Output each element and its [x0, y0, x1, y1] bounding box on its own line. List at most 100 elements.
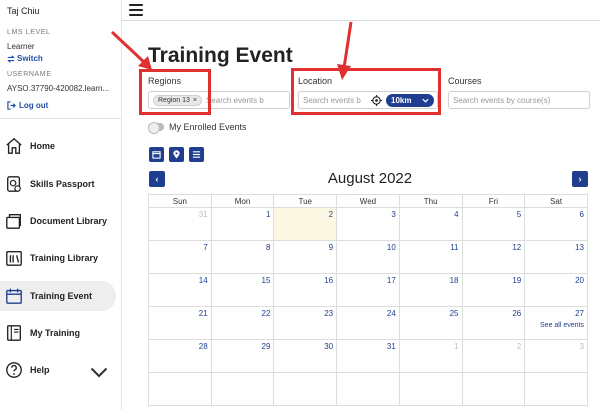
username-value: AYSO.37790-420082.learn...: [7, 84, 110, 93]
list-view-button[interactable]: [189, 147, 204, 162]
app-root: Taj Chiu LMS LEVEL Learner Switch USERNA…: [0, 0, 600, 410]
calendar-day-cell[interactable]: 8: [210, 240, 275, 274]
weekday-header-row: Sun Mon Tue Wed Thu Fri Sat: [148, 194, 588, 208]
calendar-day-cell[interactable]: [524, 372, 588, 406]
calendar-grid: Sun Mon Tue Wed Thu Fri Sat 31 1 2 3 4 5…: [148, 194, 588, 406]
calendar-day-cell[interactable]: 5: [461, 207, 526, 241]
highlight-box-location: [291, 68, 441, 115]
calendar-day-cell[interactable]: 14: [148, 273, 212, 307]
calendar-day-cell[interactable]: 18: [398, 273, 463, 307]
calendar-day-cell[interactable]: 10: [336, 240, 400, 274]
calendar-day-cell[interactable]: 31: [336, 339, 400, 373]
calendar-day-cell[interactable]: 15: [210, 273, 275, 307]
calendar-day-cell[interactable]: 25: [398, 306, 463, 340]
courses-label: Courses: [448, 76, 482, 86]
logout-link[interactable]: Log out: [7, 101, 48, 110]
calendar-week-row: 28 29 30 31 1 2 3: [148, 339, 588, 373]
calendar-day-cell[interactable]: [336, 372, 400, 406]
weekday-header: Sat: [524, 194, 588, 208]
calendar-day-cell[interactable]: 29: [210, 339, 275, 373]
calendar-day-cell[interactable]: [210, 372, 275, 406]
calendar-day-cell[interactable]: [398, 372, 463, 406]
calendar-day-cell[interactable]: 22: [210, 306, 275, 340]
logout-label: Log out: [19, 101, 49, 110]
switch-icon: [7, 54, 15, 63]
courses-input[interactable]: Search events by course(s): [448, 91, 590, 109]
calendar-day-cell[interactable]: 2: [461, 339, 526, 373]
calendar-day-cell[interactable]: 20: [524, 273, 588, 307]
calendar-week-row: 21 22 23 24 25 26 27 See all events: [148, 306, 588, 340]
month-title: August 2022: [327, 170, 413, 187]
sidebar-item-label: Help: [30, 365, 50, 375]
regions-placeholder: Search events b: [206, 95, 264, 105]
calendar-day-cell[interactable]: 3: [524, 339, 588, 373]
sidebar-item-label: Training Event: [30, 291, 93, 301]
calendar-day-cell[interactable]: 23: [273, 306, 338, 340]
calendar-day-cell[interactable]: 16: [273, 273, 338, 307]
user-name: Taj Chiu: [7, 6, 40, 16]
calendar-day-cell[interactable]: 1: [210, 207, 275, 241]
calendar-week-row: 14 15 16 17 18 19 20: [148, 273, 588, 307]
sidebar: Taj Chiu LMS LEVEL Learner Switch USERNA…: [0, 0, 122, 410]
see-all-events-link[interactable]: See all events: [528, 322, 584, 329]
calendar-day-cell[interactable]: 26: [461, 306, 526, 340]
document-library-icon: [5, 212, 23, 230]
calendar-day-cell-today[interactable]: 2: [273, 207, 338, 241]
calendar-day-cell[interactable]: 28: [148, 339, 212, 373]
calendar-icon: [152, 151, 161, 159]
sidebar-item-label: My Training: [30, 328, 81, 338]
calendar-day-cell[interactable]: 3: [336, 207, 400, 241]
lms-level-label: LMS LEVEL: [7, 29, 51, 36]
highlight-box-regions: [139, 69, 211, 115]
calendar-day-cell[interactable]: 30: [273, 339, 338, 373]
calendar-icon: [5, 287, 23, 305]
sidebar-item-training-event[interactable]: Training Event: [0, 281, 116, 311]
calendar-day-cell[interactable]: 24: [336, 306, 400, 340]
page-title: Training Event: [148, 44, 293, 67]
calendar-day-cell[interactable]: 11: [398, 240, 463, 274]
calendar-day-cell[interactable]: 21: [148, 306, 212, 340]
sidebar-item-my-training[interactable]: My Training: [0, 318, 116, 348]
enrolled-events-toggle[interactable]: [148, 122, 164, 134]
calendar-day-cell[interactable]: [461, 372, 526, 406]
switch-label: Switch: [17, 54, 43, 63]
calendar-day-cell[interactable]: 1: [398, 339, 463, 373]
sidebar-item-home[interactable]: Home: [0, 131, 116, 161]
calendar-day-cell[interactable]: [148, 372, 212, 406]
switch-link[interactable]: Switch: [7, 54, 43, 63]
sidebar-item-training-library[interactable]: Training Library: [0, 243, 116, 273]
calendar-day-cell[interactable]: 12: [461, 240, 526, 274]
calendar-day-cell[interactable]: 27 See all events: [524, 306, 588, 340]
next-month-button[interactable]: ›: [572, 171, 588, 187]
top-divider: [122, 20, 600, 21]
enrolled-events-label: My Enrolled Events: [169, 122, 247, 132]
prev-month-button[interactable]: ‹: [149, 171, 165, 187]
sidebar-item-label: Skills Passport: [30, 179, 95, 189]
courses-placeholder: Search events by course(s): [453, 95, 551, 105]
calendar-day-cell[interactable]: 17: [336, 273, 400, 307]
help-icon: [5, 361, 23, 379]
book-icon: [5, 324, 23, 342]
calendar-day-cell[interactable]: 6: [524, 207, 588, 241]
sidebar-item-label: Home: [30, 141, 56, 151]
calendar-day-cell[interactable]: [273, 372, 338, 406]
lms-level-value: Learner: [7, 42, 35, 51]
sidebar-item-document-library[interactable]: Document Library: [0, 206, 116, 236]
calendar-day-cell[interactable]: 7: [148, 240, 212, 274]
training-library-icon: [5, 249, 23, 267]
sidebar-item-label: Document Library: [30, 216, 108, 226]
chevron-down-icon[interactable]: [90, 364, 108, 382]
annotation-arrow-location: [337, 21, 353, 80]
calendar-day-cell[interactable]: 19: [461, 273, 526, 307]
calendar-day-cell[interactable]: 31: [148, 207, 212, 241]
calendar-view-button[interactable]: [149, 147, 164, 162]
map-view-button[interactable]: [169, 147, 184, 162]
calendar-day-cell[interactable]: 4: [398, 207, 463, 241]
hamburger-menu-icon[interactable]: [129, 4, 143, 16]
sidebar-item-help[interactable]: Help: [0, 355, 116, 385]
calendar-day-cell[interactable]: 13: [524, 240, 588, 274]
passport-icon: [5, 175, 23, 193]
sidebar-item-skills-passport[interactable]: Skills Passport: [0, 169, 116, 199]
map-pin-icon: [173, 150, 180, 159]
calendar-day-cell[interactable]: 9: [273, 240, 338, 274]
